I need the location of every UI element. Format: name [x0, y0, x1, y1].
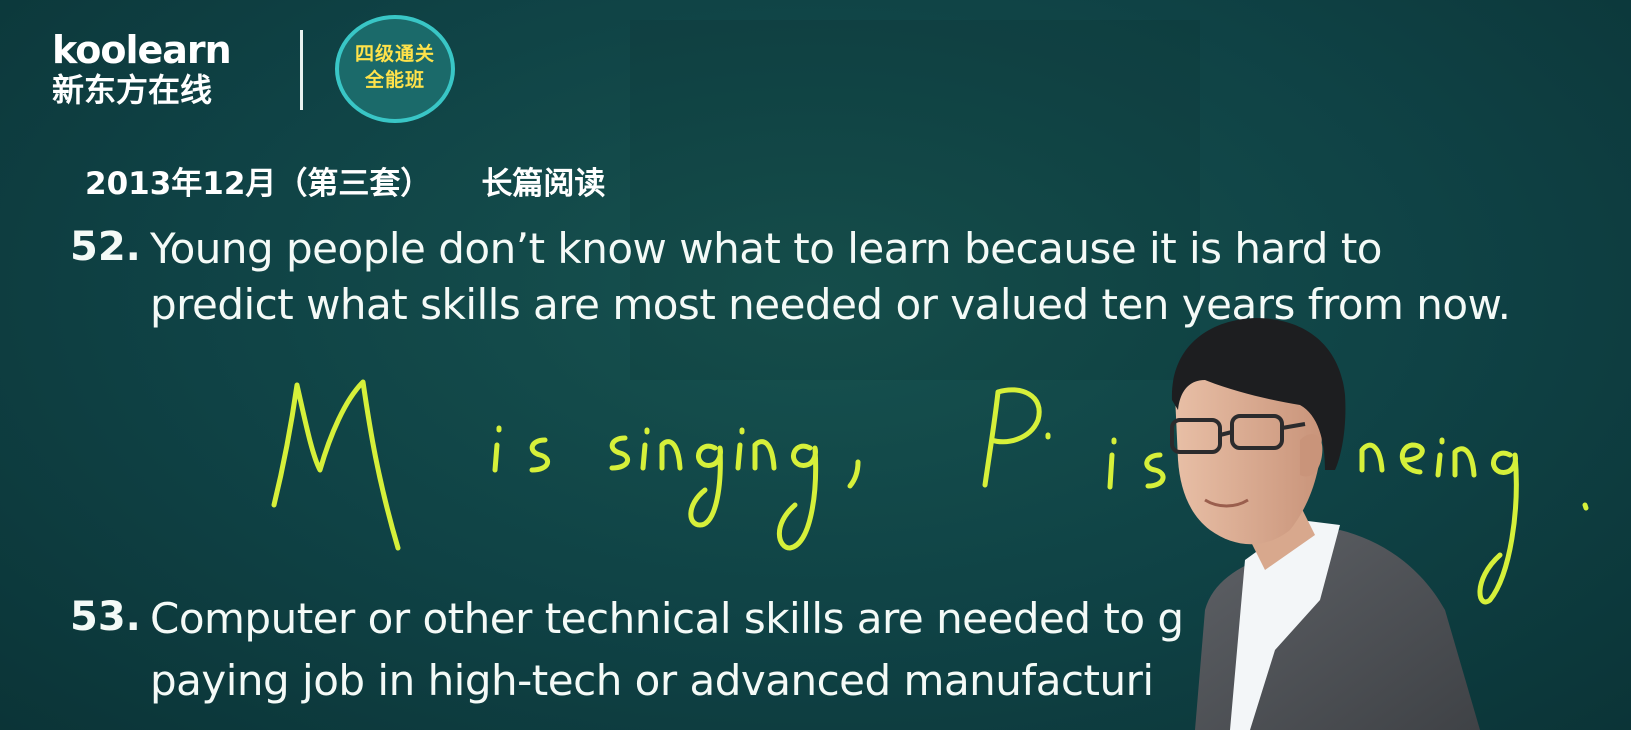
question-line: Computer or other technical skills are n… — [150, 594, 1184, 643]
presenter-ear — [1300, 434, 1323, 477]
question-number: 53. — [70, 594, 141, 640]
question-line: paying job in high-tech or advanced manu… — [150, 656, 1154, 705]
